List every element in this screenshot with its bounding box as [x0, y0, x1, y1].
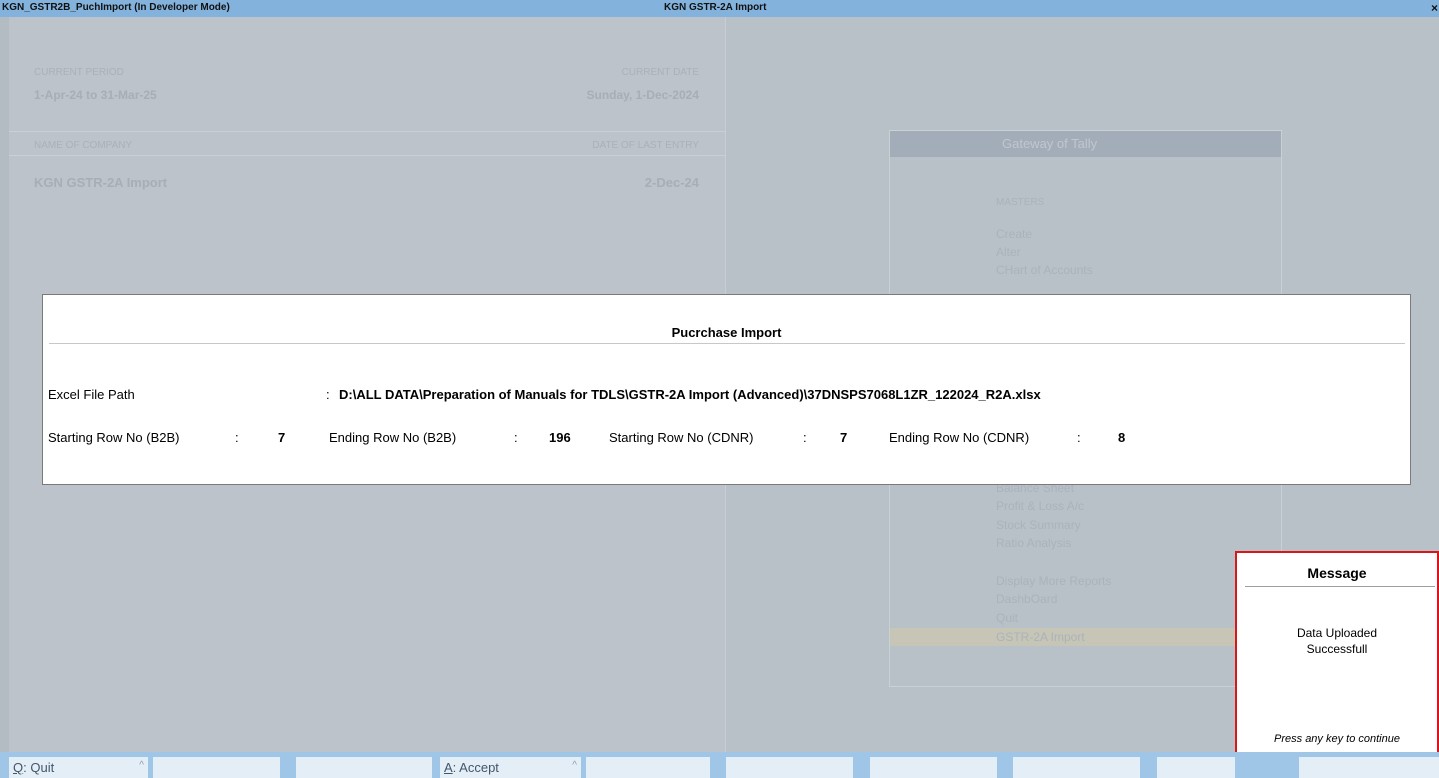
quit-shortcut-key: Q [13, 760, 24, 775]
left-edge-strip [0, 17, 9, 752]
message-popup[interactable]: Message Data Uploaded Successfull Press … [1235, 551, 1439, 758]
end-b2b-label: Ending Row No (B2B) [329, 430, 457, 445]
menu-item-chart-of-accounts[interactable]: CHart of Accounts [996, 263, 1093, 277]
menu-item-create[interactable]: Create [996, 227, 1032, 241]
menu-item-quit[interactable]: Quit [996, 611, 1018, 625]
function-key-slot[interactable] [153, 757, 280, 778]
menu-selection-highlight [890, 628, 1281, 646]
menu-item-profit-loss[interactable]: Profit & Loss A/c [996, 499, 1084, 513]
start-b2b-label: Starting Row No (B2B) [48, 430, 180, 445]
start-b2b-field[interactable]: 7 [278, 430, 285, 445]
last-entry-label: DATE OF LAST ENTRY [592, 140, 699, 151]
window-title-left: KGN_GSTR2B_PuchImport (In Developer Mode… [2, 2, 230, 13]
gateway-title: Gateway of Tally [890, 131, 1281, 157]
excel-path-label: Excel File Path [48, 387, 135, 402]
end-cdnr-separator: : [1077, 430, 1081, 445]
function-key-slot[interactable] [870, 757, 997, 778]
function-key-slot[interactable] [1013, 757, 1140, 778]
menu-item-dashboard[interactable]: DashbOard [996, 592, 1057, 606]
menu-item-display-more-reports[interactable]: Display More Reports [996, 574, 1111, 588]
function-key-slot[interactable] [1299, 757, 1439, 778]
close-icon[interactable]: × [1431, 1, 1439, 15]
accept-button[interactable]: A: Accept ^ [440, 757, 581, 778]
message-line-2: Successfull [1306, 642, 1368, 656]
function-key-slot[interactable] [1157, 757, 1235, 778]
current-period-value: 1-Apr-24 to 31-Mar-25 [34, 88, 157, 102]
current-date-value: Sunday, 1-Dec-2024 [586, 88, 700, 102]
dialog-divider [49, 343, 1405, 344]
end-b2b-separator: : [514, 430, 518, 445]
current-period-label: CURRENT PERIOD [34, 67, 124, 78]
menu-item-alter[interactable]: Alter [996, 245, 1021, 259]
divider [9, 155, 725, 156]
caret-icon: ^ [139, 760, 144, 771]
purchase-import-dialog: Pucrchase Import Excel File Path : D:\AL… [42, 294, 1411, 485]
menu-item-ratio-analysis[interactable]: Ratio Analysis [996, 536, 1071, 550]
last-entry-value: 2-Dec-24 [644, 175, 699, 190]
window-titlebar: KGN_GSTR2B_PuchImport (In Developer Mode… [0, 0, 1439, 17]
message-divider [1245, 586, 1435, 587]
accept-button-label: : Accept [452, 760, 499, 775]
menu-item-gstr-2a-import[interactable]: GSTR-2A Import [996, 630, 1085, 644]
start-cdnr-label: Starting Row No (CDNR) [609, 430, 754, 445]
excel-path-field[interactable]: D:\ALL DATA\Preparation of Manuals for T… [339, 387, 1041, 402]
function-key-slot[interactable] [726, 757, 853, 778]
masters-section-label: MASTERS [996, 197, 1045, 208]
company-name-value: KGN GSTR-2A Import [34, 175, 168, 190]
end-cdnr-field[interactable]: 8 [1118, 430, 1125, 445]
excel-path-separator: : [326, 387, 330, 402]
company-name-label: NAME OF COMPANY [34, 140, 133, 151]
current-date-label: CURRENT DATE [621, 67, 699, 78]
message-line-1: Data Uploaded [1296, 626, 1378, 640]
quit-button-label: : Quit [23, 760, 55, 775]
start-cdnr-separator: : [803, 430, 807, 445]
dialog-title: Pucrchase Import [671, 325, 782, 340]
quit-button[interactable]: Q: Quit ^ [9, 757, 148, 778]
start-b2b-separator: : [235, 430, 239, 445]
accept-shortcut-key: A [444, 760, 453, 775]
function-key-slot[interactable] [586, 757, 710, 778]
message-title: Message [1307, 565, 1367, 581]
divider [9, 131, 725, 132]
caret-icon: ^ [572, 760, 577, 771]
message-footer: Press any key to continue [1274, 733, 1400, 745]
function-key-slot[interactable] [296, 757, 432, 778]
button-bar: Q: Quit ^ A: Accept ^ [0, 752, 1439, 778]
menu-item-stock-summary[interactable]: Stock Summary [996, 518, 1081, 532]
message-body: Data Uploaded Successfull [1237, 625, 1437, 657]
start-cdnr-field[interactable]: 7 [840, 430, 847, 445]
end-b2b-field[interactable]: 196 [549, 430, 571, 445]
end-cdnr-label: Ending Row No (CDNR) [889, 430, 1030, 445]
window-title-center: KGN GSTR-2A Import [664, 2, 767, 13]
